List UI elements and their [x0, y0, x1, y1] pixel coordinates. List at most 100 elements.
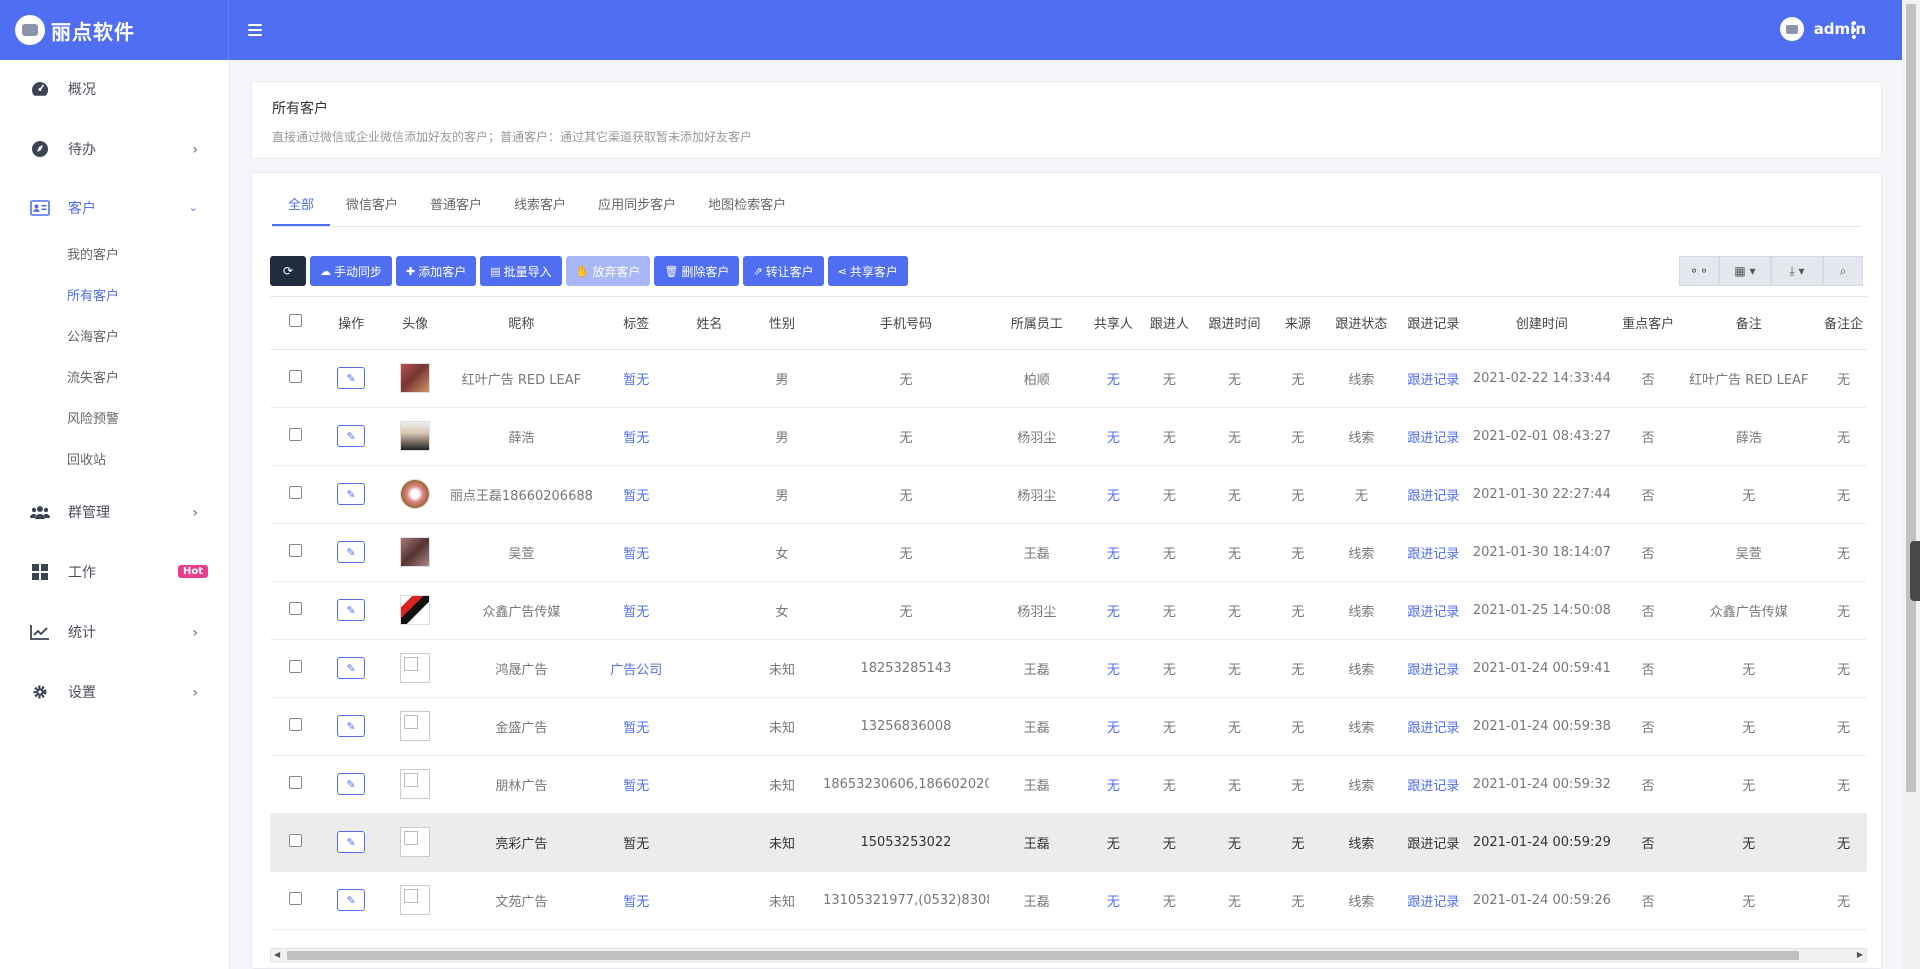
cell-record[interactable]: 跟进记录 [1399, 349, 1468, 408]
row-checkbox[interactable] [288, 833, 302, 847]
edit-button[interactable]: ✎ [337, 541, 366, 563]
tab-app-sync[interactable]: 应用同步客户 [582, 187, 692, 226]
table-row[interactable]: ✎ 丽点王磊18660206688 暂无男无杨羽尘无无无无无跟进记录 2021-01-… [270, 465, 1867, 524]
brand[interactable]: 丽点软件 [0, 0, 229, 60]
avatar[interactable] [400, 363, 431, 393]
cell-record[interactable]: 跟进记录 [1399, 465, 1468, 524]
cell-tag[interactable]: 暂无 [594, 871, 678, 930]
tab-map-search[interactable]: 地图检索客户 [692, 187, 802, 226]
horizontal-scrollbar[interactable]: ◀ ▶ [270, 948, 1867, 962]
sidebar-subitem-my-customers[interactable]: 我的客户 [67, 244, 119, 263]
sidebar-item-groups[interactable]: 群管理 › [0, 492, 230, 532]
hamburger-menu-icon[interactable] [246, 21, 264, 39]
scroll-right-icon[interactable]: ▶ [1857, 950, 1863, 959]
row-checkbox[interactable] [288, 485, 302, 499]
toggle-view-button[interactable]: ⚬⚬ [1679, 256, 1719, 286]
cell-tag[interactable]: 暂无 [594, 813, 678, 872]
delete-customer-button[interactable]: 🗑 删除客户 [654, 256, 740, 286]
cell-record[interactable]: 跟进记录 [1399, 639, 1468, 698]
avatar[interactable] [400, 479, 431, 509]
add-customer-button[interactable]: ✚ 添加客户 [396, 256, 477, 286]
cell-tag[interactable]: 暂无 [594, 407, 678, 466]
row-checkbox[interactable] [288, 659, 302, 673]
sidebar-subitem-public-customers[interactable]: 公海客户 [67, 326, 119, 345]
table-row[interactable]: ✎ 金盛广告 暂无 未知 13256836008 王磊无无无无线索 跟进记录 2021-01-… [270, 697, 1867, 756]
cell-share[interactable]: 无 [1084, 697, 1142, 756]
sidebar-item-overview[interactable]: 概况 [0, 69, 230, 109]
cell-record[interactable]: 跟进记录 [1399, 813, 1468, 872]
cell-tag[interactable]: 广告公司 [594, 639, 678, 698]
table-row[interactable]: ✎朋林广告暂无未知18653230606,18660202061王磊无无无无线索… [270, 755, 1867, 814]
cell-share[interactable]: 无 [1084, 755, 1142, 814]
vertical-scrollbar[interactable] [1902, 0, 1920, 969]
cell-share[interactable]: 无 [1084, 465, 1142, 524]
cell-share[interactable]: 无 [1084, 349, 1142, 408]
edit-button[interactable]: ✎ [337, 889, 366, 911]
sidebar-subitem-lost-customers[interactable]: 流失客户 [67, 367, 119, 386]
sidebar-item-statistics[interactable]: 统计 › [0, 612, 230, 652]
table-row[interactable]: ✎ 鸿晟广告 广告公司 未知 18253285143 王磊无无无无线索 跟进记录 2021-0… [270, 639, 1867, 698]
cell-record[interactable]: 跟进记录 [1399, 755, 1468, 814]
row-checkbox[interactable] [288, 775, 302, 789]
sidebar-subitem-risk-warning[interactable]: 风险预警 [67, 408, 119, 427]
sidebar-subitem-recycle-bin[interactable]: 回收站 [67, 449, 106, 468]
share-customer-button[interactable]: ⋖ 共享客户 [827, 256, 908, 286]
table-row[interactable]: ✎文苑广告暂无未知13105321977,(0532)83081089王磊无无无… [270, 871, 1867, 930]
tab-leads[interactable]: 线索客户 [498, 187, 582, 226]
row-checkbox[interactable] [288, 369, 302, 383]
search-button[interactable]: ⌕ [1823, 256, 1863, 286]
cell-share[interactable]: 无 [1084, 871, 1142, 930]
edit-button[interactable]: ✎ [337, 367, 366, 389]
cell-share[interactable]: 无 [1084, 407, 1142, 466]
edit-button[interactable]: ✎ [337, 483, 366, 505]
cell-tag[interactable]: 暂无 [594, 697, 678, 756]
avatar[interactable] [400, 711, 431, 741]
avatar[interactable] [400, 595, 431, 625]
sidebar-item-todo[interactable]: 待办 › [0, 129, 230, 169]
row-checkbox[interactable] [288, 427, 302, 441]
table-row[interactable]: ✎ 薛浩 暂无男无杨羽尘无无无无线索 跟进记录 2021-02-01 08:43:27 否… [270, 407, 1867, 466]
avatar[interactable] [400, 537, 431, 567]
cell-share[interactable]: 无 [1084, 523, 1142, 582]
sidebar-item-settings[interactable]: 设置 › [0, 672, 230, 712]
sidebar-item-work[interactable]: 工作 Hot [0, 552, 230, 592]
refresh-button[interactable]: ⟳ [270, 256, 306, 286]
scrollbar-thumb[interactable] [1906, 4, 1916, 792]
cell-tag[interactable]: 暂无 [594, 755, 678, 814]
abandon-customer-button[interactable]: ✋ 放弃客户 [565, 256, 651, 286]
edit-button[interactable]: ✎ [337, 599, 366, 621]
cell-record[interactable]: 跟进记录 [1399, 697, 1468, 756]
cell-record[interactable]: 跟进记录 [1399, 871, 1468, 930]
tab-all[interactable]: 全部 [272, 187, 331, 226]
table-row[interactable]: ✎ 红叶广告 RED LEAF 暂无男无柏顺无无无无线索 跟进记录 2021-02-22… [270, 349, 1867, 408]
table-row[interactable]: ✎ 众鑫广告传媒 暂无女无杨羽尘无无无无线索 跟进记录 2021-01-25 14:50… [270, 581, 1867, 640]
batch-import-button[interactable]: ▤ 批量导入 [480, 256, 562, 286]
columns-dropdown-button[interactable]: ▦ ▾ [1719, 256, 1771, 286]
edit-button[interactable]: ✎ [337, 425, 366, 447]
cell-record[interactable]: 跟进记录 [1399, 407, 1468, 466]
tab-normal[interactable]: 普通客户 [414, 187, 498, 226]
avatar[interactable] [400, 421, 431, 451]
avatar[interactable] [400, 827, 431, 857]
export-dropdown-button[interactable]: ⤓ ▾ [1771, 256, 1823, 286]
edit-button[interactable]: ✎ [337, 715, 366, 737]
cell-record[interactable]: 跟进记录 [1399, 581, 1468, 640]
tab-wechat[interactable]: 微信客户 [330, 187, 414, 226]
sidebar-item-customers[interactable]: 客户 ⌄ [0, 188, 230, 228]
cell-tag[interactable]: 暂无 [594, 465, 678, 524]
select-all-checkbox[interactable] [288, 314, 302, 328]
row-checkbox[interactable] [288, 717, 302, 731]
cell-share[interactable]: 无 [1084, 581, 1142, 640]
table-row[interactable]: ✎ 亮彩广告 暂无 未知 15053253022 王磊无无无无线索 跟进记录 2021-01-… [270, 813, 1867, 872]
cell-tag[interactable]: 暂无 [594, 581, 678, 640]
table-row[interactable]: ✎ 吴萱 暂无女无王磊无无无无线索 跟进记录 2021-01-30 18:14:07 否吴… [270, 523, 1867, 582]
cell-share[interactable]: 无 [1084, 813, 1142, 872]
row-checkbox[interactable] [288, 601, 302, 615]
scrollbar-thumb[interactable] [287, 951, 1799, 960]
avatar[interactable] [400, 653, 431, 683]
avatar[interactable] [400, 885, 431, 915]
row-checkbox[interactable] [288, 543, 302, 557]
edit-button[interactable]: ✎ [337, 657, 366, 679]
scroll-left-icon[interactable]: ◀ [274, 950, 280, 959]
edit-button[interactable]: ✎ [337, 773, 366, 795]
